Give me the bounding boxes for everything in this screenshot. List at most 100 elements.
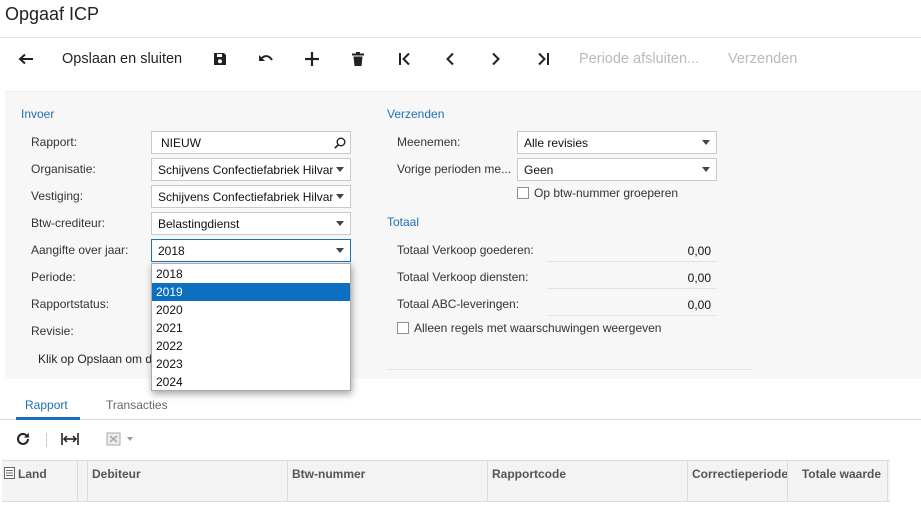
chevron-down-icon <box>699 132 713 153</box>
add-button[interactable] <box>302 47 322 71</box>
send-button[interactable]: Verzenden <box>728 47 797 71</box>
save-button[interactable] <box>210 47 230 71</box>
column-header-correctieperiode[interactable]: Correctieperiode <box>688 461 788 501</box>
verkoop-diensten-label: Totaal Verkoop diensten: <box>397 270 529 284</box>
verkoop-diensten-value: 0,00 <box>687 271 711 285</box>
meenemen-select[interactable]: Alle revisies <box>517 131 717 154</box>
checkbox-box[interactable] <box>517 187 529 199</box>
checkbox-box[interactable] <box>397 322 409 334</box>
refresh-icon <box>16 432 30 449</box>
tab-transacties[interactable]: Transacties <box>106 398 168 412</box>
vestiging-value: Schijvens Confectiefabriek Hilvarenbeek <box>158 189 333 204</box>
close-period-button[interactable]: Periode afsluiten... <box>579 47 699 71</box>
chevron-right-icon <box>491 52 501 66</box>
column-header-debiteur[interactable]: Debiteur <box>88 461 288 501</box>
vorige-perioden-select[interactable]: Geen <box>517 158 717 181</box>
rapport-field[interactable]: NIEUW <box>151 131 351 154</box>
trash-icon <box>352 52 364 66</box>
revisie-label: Revisie: <box>31 324 74 338</box>
vorige-perioden-value: Geen <box>524 162 554 177</box>
plus-icon <box>305 52 319 66</box>
year-option[interactable]: 2024 <box>152 373 350 391</box>
first-record-icon <box>398 52 412 66</box>
excel-export-button[interactable] <box>106 430 134 450</box>
section-totaal-title: Totaal <box>387 215 420 229</box>
verkoop-goederen-value: 0,00 <box>687 244 711 258</box>
btw-crediteur-label: Btw-crediteur: <box>31 216 106 230</box>
btw-crediteur-value: Belastingdienst <box>158 216 240 231</box>
chevron-down-icon <box>333 213 347 234</box>
chevron-left-icon <box>445 52 455 66</box>
rapport-value: NIEUW <box>161 135 201 150</box>
year-option[interactable]: 2022 <box>152 337 350 355</box>
grid-header: Land Debiteur Btw-nummer Rapportcode Cor… <box>2 460 890 502</box>
detail-tabs: Rapport Transacties <box>0 392 921 420</box>
total-divider <box>547 315 717 316</box>
chevron-down-icon <box>333 159 347 180</box>
organisatie-value: Schijvens Confectiefabriek Hilvarenbeek <box>158 162 333 177</box>
rapportstatus-label: Rapportstatus: <box>31 297 110 311</box>
fit-columns-icon <box>61 432 79 449</box>
warnings-only-label: Alleen regels met waarschuwingen weergev… <box>414 321 662 335</box>
arrow-left-icon <box>18 53 34 65</box>
back-button[interactable] <box>15 47 37 71</box>
main-toolbar: Opslaan en sluiten Periode afsluiten... … <box>0 38 921 80</box>
group-by-vat-label: Op btw-nummer groeperen <box>534 186 679 200</box>
aangifte-jaar-select[interactable]: 2018 <box>151 239 351 262</box>
last-record-icon <box>536 52 550 66</box>
section-bottom-divider <box>387 369 752 370</box>
column-header-totale-waarde[interactable]: Totale waarde <box>788 461 888 501</box>
organisatie-select[interactable]: Schijvens Confectiefabriek Hilvarenbeek <box>151 158 351 181</box>
periode-label: Periode: <box>31 270 76 284</box>
meenemen-value: Alle revisies <box>524 135 589 150</box>
previous-record-button[interactable] <box>440 47 460 71</box>
vorige-perioden-label: Vorige perioden me... <box>397 162 512 176</box>
chevron-down-icon <box>699 159 713 180</box>
verkoop-goederen-label: Totaal Verkoop goederen: <box>397 243 534 257</box>
year-option[interactable]: 2020 <box>152 301 350 319</box>
abc-leveringen-label: Totaal ABC-leveringen: <box>397 297 520 311</box>
year-option[interactable]: 2023 <box>152 355 350 373</box>
column-gap <box>78 461 88 501</box>
column-header-btw-nummer[interactable]: Btw-nummer <box>288 461 488 501</box>
column-header-land[interactable]: Land <box>2 461 78 501</box>
total-divider <box>547 261 717 262</box>
fit-columns-button[interactable] <box>61 430 79 450</box>
next-record-button[interactable] <box>486 47 506 71</box>
column-label: Land <box>18 467 47 481</box>
search-icon[interactable] <box>333 132 347 153</box>
btw-crediteur-select[interactable]: Belastingdienst <box>151 212 351 235</box>
vestiging-select[interactable]: Schijvens Confectiefabriek Hilvarenbeek <box>151 185 351 208</box>
refresh-button[interactable] <box>16 430 30 450</box>
year-option[interactable]: 2021 <box>152 319 350 337</box>
floppy-disk-icon <box>213 52 227 66</box>
rapport-label: Rapport: <box>31 135 78 149</box>
form-panel <box>5 91 921 379</box>
chevron-down-icon <box>333 240 347 261</box>
page-title: Opgaaf ICP <box>5 4 100 24</box>
tab-rapport[interactable]: Rapport <box>25 398 68 412</box>
abc-leveringen-value: 0,00 <box>687 298 711 312</box>
undo-button[interactable] <box>255 47 277 71</box>
save-close-button[interactable]: Opslaan en sluiten <box>62 47 182 71</box>
year-option-highlighted[interactable]: 2019 <box>152 283 350 301</box>
total-divider <box>547 288 717 289</box>
toolbar-separator <box>46 433 47 447</box>
last-record-button[interactable] <box>533 47 553 71</box>
year-option[interactable]: 2018 <box>152 265 350 283</box>
section-invoer-title: Invoer <box>21 107 55 121</box>
delete-button[interactable] <box>348 47 368 71</box>
chevron-down-icon <box>333 186 347 207</box>
row-selector-icon <box>4 467 15 482</box>
organisatie-label: Organisatie: <box>31 162 96 176</box>
undo-icon <box>258 53 274 65</box>
column-header-rapportcode[interactable]: Rapportcode <box>488 461 688 501</box>
active-tab-indicator <box>16 417 80 420</box>
group-by-vat-checkbox[interactable]: Op btw-nummer groeperen <box>517 186 678 200</box>
vestiging-label: Vestiging: <box>31 189 84 203</box>
year-dropdown-list: 2018 2019 2020 2021 2022 2023 2024 <box>151 263 351 391</box>
excel-export-icon <box>106 432 134 449</box>
warnings-only-checkbox[interactable]: Alleen regels met waarschuwingen weergev… <box>397 321 661 335</box>
section-verzenden-title: Verzenden <box>387 107 445 121</box>
first-record-button[interactable] <box>395 47 415 71</box>
